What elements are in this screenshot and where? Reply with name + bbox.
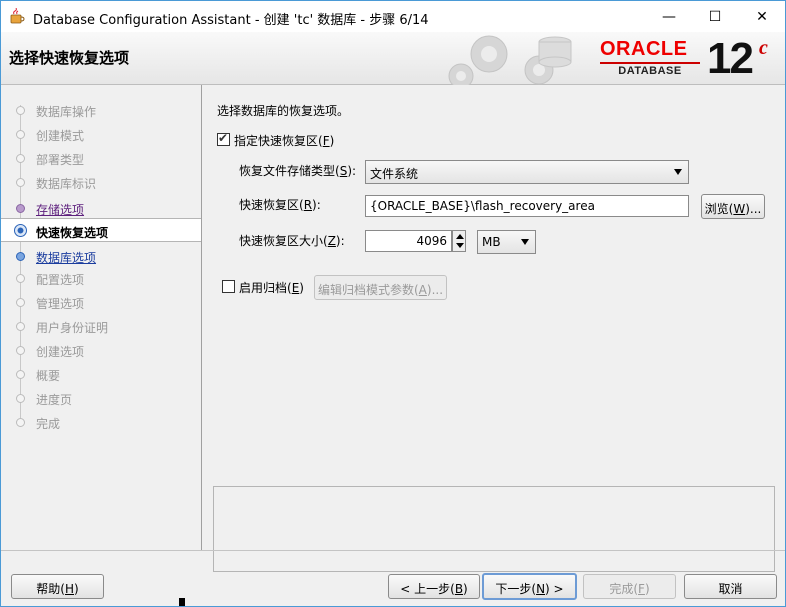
nav-step-deployment-type: 部署类型 xyxy=(1,146,201,170)
dbca-window: Database Configuration Assistant - 创建 't… xyxy=(0,0,786,607)
version-suffix: c xyxy=(759,37,768,59)
enable-archiving-checkbox[interactable] xyxy=(222,280,235,293)
main-content: 选择数据库的恢复选项。 指定快速恢复区(F) 恢复文件存储类型(S): 文件系统… xyxy=(202,85,785,572)
size-unit-select[interactable]: MB xyxy=(477,230,536,254)
back-button[interactable]: < 上一步(B) xyxy=(388,574,480,599)
enable-archiving-label[interactable]: 启用归档(E) xyxy=(239,279,304,296)
taskbar-marker xyxy=(179,598,185,606)
fast-recovery-area-checkbox-label[interactable]: 指定快速恢复区(F) xyxy=(234,132,334,149)
size-unit-value: MB xyxy=(482,235,501,249)
java-coffee-icon xyxy=(10,8,25,24)
step-dot-icon xyxy=(16,322,25,331)
version-number: 12 xyxy=(707,34,754,83)
nav-step-storage-option[interactable]: 存储选项 xyxy=(1,196,201,220)
maximize-icon[interactable]: ☐ xyxy=(692,1,738,32)
spinner-down-icon[interactable] xyxy=(456,243,464,248)
message-panel xyxy=(213,486,775,572)
step-dot-icon xyxy=(16,298,25,307)
page-title: 选择快速恢复选项 xyxy=(9,49,130,67)
step-dot-icon xyxy=(16,370,25,379)
fast-recovery-area-input[interactable]: {ORACLE_BASE}\flash_recovery_area xyxy=(365,195,689,217)
step-dot-icon xyxy=(16,394,25,403)
close-icon[interactable]: ✕ xyxy=(739,1,785,32)
finish-button[interactable]: 完成(F) xyxy=(583,574,676,599)
step-dot-icon xyxy=(16,204,25,213)
footer-divider xyxy=(1,550,785,551)
step-dot-icon xyxy=(16,418,25,427)
chevron-down-icon xyxy=(674,169,682,175)
step-dot-icon xyxy=(16,346,25,355)
nav-step-database-operation: 数据库操作 xyxy=(1,98,201,122)
fast-recovery-area-label: 快速恢复区(R): xyxy=(239,198,321,212)
edit-archive-params-button[interactable]: 编辑归档模式参数(A)... xyxy=(314,275,447,300)
nav-step-configuration-options: 配置选项 xyxy=(1,266,201,290)
minimize-icon[interactable]: — xyxy=(646,1,692,32)
fast-recovery-area-size-label: 快速恢复区大小(Z): xyxy=(239,234,345,248)
nav-step-fast-recovery-option: 快速恢复选项 xyxy=(1,218,201,242)
step-current-dot-icon xyxy=(14,224,27,237)
fast-recovery-area-size-input[interactable]: 4096 xyxy=(365,230,452,252)
nav-step-creation-options: 创建选项 xyxy=(1,338,201,362)
nav-step-progress-page: 进度页 xyxy=(1,386,201,410)
gears-decoration-icon xyxy=(448,35,572,85)
nav-step-creation-mode: 创建模式 xyxy=(1,122,201,146)
step-dot-icon xyxy=(16,178,25,187)
nav-step-finish: 完成 xyxy=(1,410,201,434)
nav-step-user-credentials: 用户身份证明 xyxy=(1,314,201,338)
steps-navigation: 数据库操作 创建模式 部署类型 数据库标识 存储选项 快速恢复选项 数据库选项 xyxy=(1,85,202,550)
nav-step-database-identification: 数据库标识 xyxy=(1,170,201,194)
nav-step-summary: 概要 xyxy=(1,362,201,386)
header-banner: 选择快速恢复选项 ORACLE DATABASE 12 c xyxy=(1,32,785,85)
spinner-up-icon[interactable] xyxy=(456,234,464,239)
oracle-logo: ORACLE DATABASE xyxy=(600,38,700,77)
step-dot-icon xyxy=(16,154,25,163)
window-title: Database Configuration Assistant - 创建 't… xyxy=(33,13,429,28)
step-dot-icon xyxy=(16,252,25,261)
next-button[interactable]: 下一步(N) > xyxy=(482,573,577,600)
size-spinner[interactable] xyxy=(452,230,466,252)
step-dot-icon xyxy=(16,130,25,139)
cancel-button[interactable]: 取消 xyxy=(684,574,777,599)
nav-step-database-options[interactable]: 数据库选项 xyxy=(1,244,201,268)
step-dot-icon xyxy=(16,274,25,283)
help-button[interactable]: 帮助(H) xyxy=(11,574,104,599)
step-dot-icon xyxy=(16,106,25,115)
title-bar: Database Configuration Assistant - 创建 't… xyxy=(1,1,785,32)
fast-recovery-area-checkbox[interactable] xyxy=(217,131,230,146)
section-heading: 选择数据库的恢复选项。 xyxy=(217,104,350,118)
nav-step-management-options: 管理选项 xyxy=(1,290,201,314)
storage-type-label: 恢复文件存储类型(S): xyxy=(239,164,357,178)
storage-type-value: 文件系统 xyxy=(370,167,419,181)
storage-type-select[interactable]: 文件系统 xyxy=(365,160,689,184)
browse-button[interactable]: 浏览(W)... xyxy=(701,194,765,219)
chevron-down-icon xyxy=(521,239,529,245)
